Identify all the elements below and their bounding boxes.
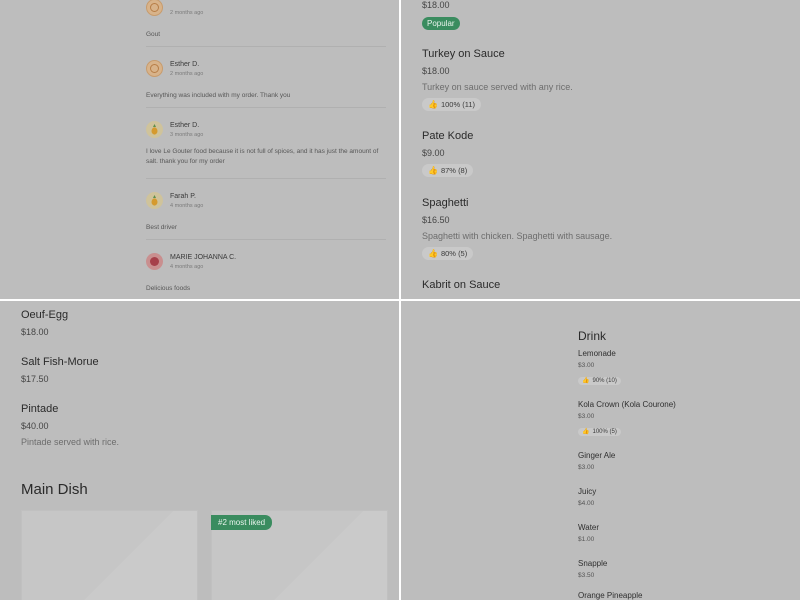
drink-name: Ginger Ale <box>578 451 616 460</box>
review-date: 3 months ago <box>170 132 204 138</box>
item-price: $18.00 <box>422 66 450 76</box>
item-title: Salt Fish-Morue <box>21 356 99 368</box>
review-author: Farah P. <box>170 193 196 200</box>
item-title: Oeuf-Egg <box>21 309 69 321</box>
item-title: Turkey on Sauce <box>422 48 505 60</box>
menu-item[interactable]: $18.00 Popular <box>422 0 460 31</box>
drink-item[interactable]: Kola Crown (Kola Courone) $3.00 👍 100% (… <box>578 400 778 451</box>
item-title: Pate Kode <box>422 130 474 142</box>
review-item: Farah P. 4 months ago Best driver <box>146 179 386 240</box>
drink-price: $3.00 <box>578 362 595 369</box>
review-date: 4 months ago <box>170 203 204 209</box>
review-text: Best driver <box>146 224 178 231</box>
rating-pill: 👍 80% (5) <box>422 247 474 260</box>
drink-item[interactable]: Orange Pineapple <box>578 591 778 600</box>
review-text: I love Le Gouter food because it is not … <box>146 148 379 165</box>
rating-pill: 👍 87% (8) <box>422 164 474 177</box>
drink-item[interactable]: Lemonade $3.00 👍 90% (10) <box>578 349 778 400</box>
most-liked-badge: #2 most liked <box>211 515 273 530</box>
dish-card[interactable] <box>21 510 198 600</box>
rating-pill: 👍 100% (5) <box>578 428 621 436</box>
review-item: Esther D. 3 months ago I love Le Gouter … <box>146 108 386 179</box>
drink-name: Water <box>578 523 600 532</box>
review-date: 2 months ago <box>170 10 204 16</box>
drink-name: Orange Pineapple <box>578 591 643 600</box>
section-title: Main Dish <box>21 481 88 498</box>
review-author: MARIE JOHANNA C. <box>170 254 237 261</box>
rating-pill: 👍 90% (10) <box>578 377 621 385</box>
review-item: 2 months ago Gout <box>146 0 386 47</box>
review-author: Esther D. <box>170 61 200 68</box>
reviews-panel: 2 months ago Gout Esther D. 2 months ago… <box>0 0 399 299</box>
menu-item[interactable]: Salt Fish-Morue $17.50 <box>21 356 99 384</box>
menu-item[interactable]: Turkey on Sauce $18.00 Turkey on sauce s… <box>422 48 573 112</box>
menu-item[interactable]: Spaghetti $16.50 Spaghetti with chicken.… <box>422 197 612 261</box>
item-description: Pintade served with rice. <box>21 437 120 447</box>
drink-name: Juicy <box>578 487 597 496</box>
item-title: Kabrit on Sauce <box>422 279 501 291</box>
menu-panel-left: Oeuf-Egg $18.00 Salt Fish-Morue $17.50 P… <box>0 301 399 600</box>
item-price: $9.00 <box>422 148 445 158</box>
pineapple-avatar-icon <box>146 121 163 138</box>
review-list: 2 months ago Gout Esther D. 2 months ago… <box>146 0 386 299</box>
menu-panel-right: $18.00 Popular Turkey on Sauce $18.00 Tu… <box>401 0 800 299</box>
item-price: $40.00 <box>21 421 49 431</box>
item-title: Pintade <box>21 403 59 415</box>
drink-price: $1.00 <box>578 536 595 543</box>
drink-name: Kola Crown (Kola Courone) <box>578 400 676 409</box>
menu-item[interactable]: Pate Kode $9.00 👍 87% (8) <box>422 130 473 178</box>
menu-item[interactable]: Pintade $40.00 Pintade served with rice. <box>21 403 119 447</box>
review-text: Delicious foods <box>146 285 191 292</box>
review-text: Everything was included with my order. T… <box>146 92 291 99</box>
review-item: Esther D. 2 months ago Everything was in… <box>146 47 386 108</box>
drink-price: $3.00 <box>578 464 595 471</box>
rating-text: 100% (11) <box>440 100 476 109</box>
popular-badge: Popular <box>422 17 460 30</box>
drink-price: $4.00 <box>578 500 595 507</box>
thumbs-up-icon: 👍 <box>428 248 438 258</box>
drink-item[interactable]: Juicy $4.00 <box>578 487 778 523</box>
smile-avatar-icon <box>146 0 163 16</box>
review-date: 2 months ago <box>170 71 204 77</box>
review-item: MARIE JOHANNA C. 4 months ago Delicious … <box>146 240 386 299</box>
menu-item[interactable]: Oeuf-Egg $18.00 <box>21 309 68 337</box>
drink-name: Snapple <box>578 559 608 568</box>
drink-item[interactable]: Ginger Ale $3.00 <box>578 451 778 487</box>
review-date: 4 months ago <box>170 264 204 270</box>
thumbs-up-icon: 👍 <box>582 378 590 384</box>
item-price: $17.50 <box>21 374 49 384</box>
item-price: $18.00 <box>422 0 450 10</box>
item-description: Spaghetti with chicken. Spaghetti with s… <box>422 231 613 241</box>
item-price: $16.50 <box>422 215 450 225</box>
thumbs-up-icon: 👍 <box>428 165 438 175</box>
item-title: Spaghetti <box>422 197 469 209</box>
rating-text: 90% (10) <box>592 378 617 384</box>
item-description: Turkey on sauce served with any rice. <box>422 82 573 92</box>
drink-price: $3.00 <box>578 413 595 420</box>
menu-item[interactable]: Kabrit on Sauce <box>422 279 500 291</box>
pineapple-avatar-icon <box>146 192 163 209</box>
rating-pill: 👍 100% (11) <box>422 98 482 111</box>
drink-name: Lemonade <box>578 349 616 358</box>
thumbs-up-icon: 👍 <box>582 429 590 435</box>
red-circle-avatar-icon <box>146 253 163 270</box>
rating-text: 100% (5) <box>592 429 617 435</box>
review-text: Gout <box>146 31 161 38</box>
drinks-panel: Drink Lemonade $3.00 👍 90% (10) Kola Cro… <box>401 301 800 600</box>
review-author: Esther D. <box>170 122 200 129</box>
rating-text: 80% (5) <box>440 249 468 258</box>
drink-item[interactable]: Water $1.00 <box>578 523 778 559</box>
smile-avatar-icon <box>146 60 163 77</box>
drink-section-title: Drink <box>578 329 607 343</box>
rating-text: 87% (8) <box>440 166 468 175</box>
thumbs-up-icon: 👍 <box>428 99 438 109</box>
drink-price: $3.50 <box>578 572 595 579</box>
drink-list: Drink Lemonade $3.00 👍 90% (10) Kola Cro… <box>578 329 778 600</box>
item-price: $18.00 <box>21 327 49 337</box>
drink-item[interactable]: Snapple $3.50 <box>578 559 778 591</box>
